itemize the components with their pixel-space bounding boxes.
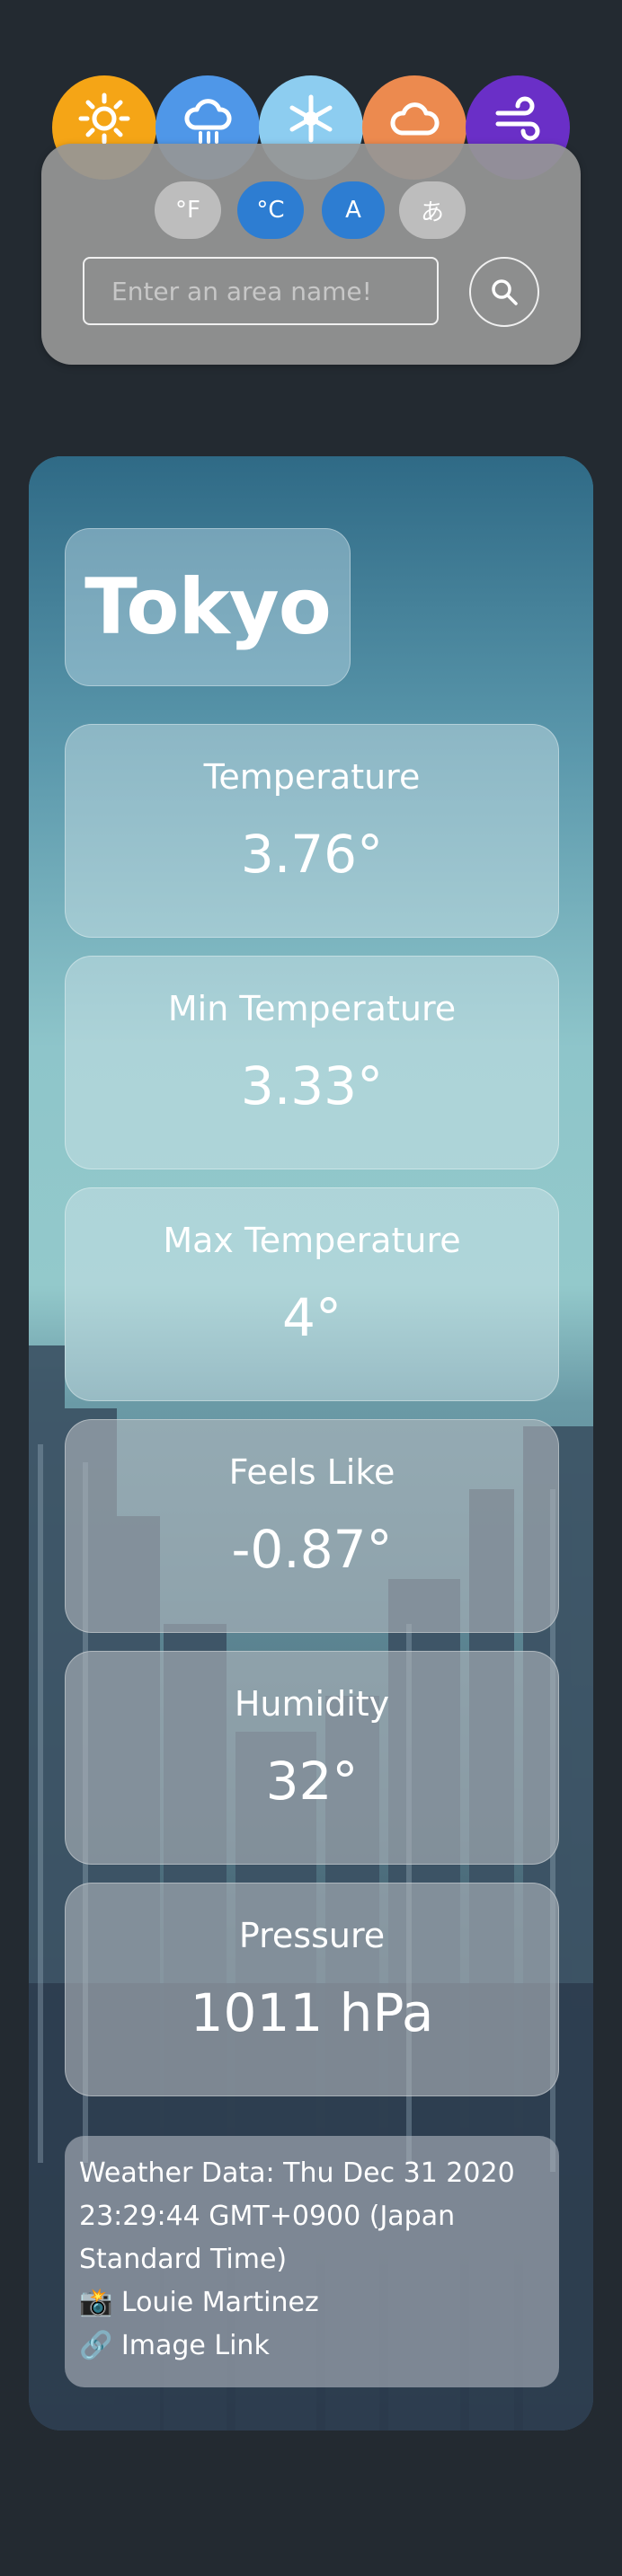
fahrenheit-toggle[interactable]: °F [155,181,221,239]
weather-data-timestamp: Weather Data: Thu Dec 31 2020 23:29:44 G… [79,2157,515,2275]
stat-label: Max Temperature [163,1221,461,1260]
image-link[interactable]: 🔗 Image Link [79,2325,545,2368]
search-icon [492,279,518,305]
stat-value: 4° [282,1287,342,1348]
stat-value: 32° [265,1751,359,1812]
stat-label: Pressure [238,1916,386,1955]
stat-value: 1011 hPa [190,1982,434,2043]
stat-value: 3.33° [240,1055,384,1116]
stat-label: Feels Like [228,1452,395,1492]
controls-panel: °F °C A あ [41,144,581,365]
stat-label: Temperature [203,757,421,797]
min-temperature-card: Min Temperature 3.33° [65,956,559,1169]
humidity-card: Humidity 32° [65,1651,559,1865]
english-toggle[interactable]: A [322,181,385,239]
celsius-toggle[interactable]: °C [237,181,304,239]
data-info-box: Weather Data: Thu Dec 31 2020 23:29:44 G… [65,2136,559,2387]
search-input[interactable] [83,257,439,325]
city-name-box: Tokyo [65,528,351,686]
stat-label: Humidity [234,1684,390,1724]
city-name: Tokyo [84,562,332,652]
japanese-toggle[interactable]: あ [399,181,466,239]
feels-like-card: Feels Like -0.87° [65,1419,559,1633]
temperature-card: Temperature 3.76° [65,724,559,938]
stat-value: 3.76° [240,824,384,885]
max-temperature-card: Max Temperature 4° [65,1187,559,1401]
stat-label: Min Temperature [167,989,457,1028]
photographer-link[interactable]: 📸 Louie Martinez [79,2281,545,2325]
pressure-card: Pressure 1011 hPa [65,1883,559,2096]
stat-value: -0.87° [231,1519,393,1580]
search-button[interactable] [469,257,539,327]
weather-card: Tokyo Temperature 3.76° Min Temperature … [29,456,593,2430]
